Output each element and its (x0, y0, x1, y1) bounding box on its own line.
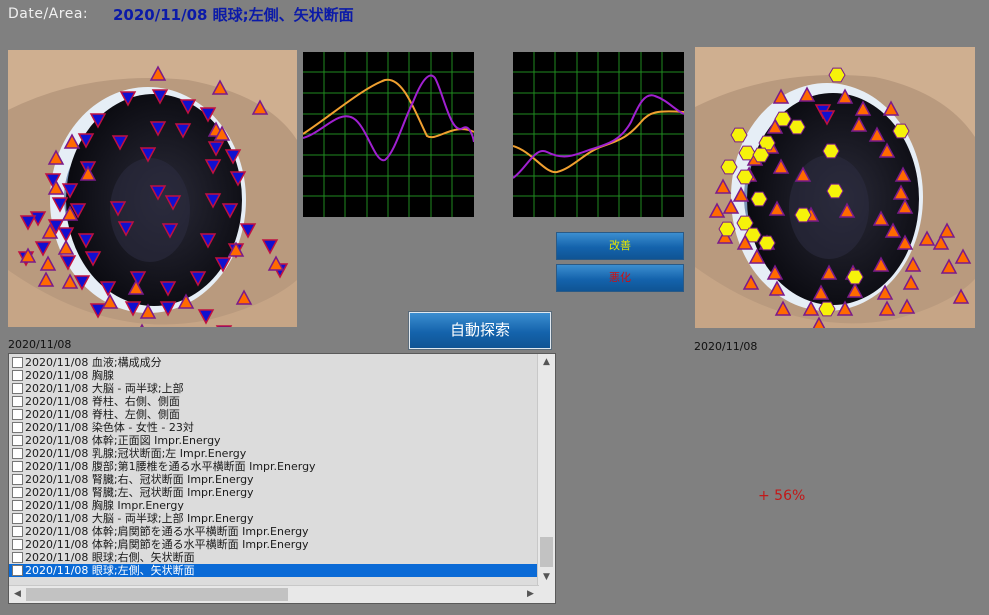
list-item[interactable]: 2020/11/08 脊柱、左側、側面 (9, 408, 539, 421)
list-item-label: 2020/11/08 胸腺 Impr.Energy (25, 499, 184, 512)
list-item-checkbox[interactable] (12, 539, 23, 550)
list-item-label: 2020/11/08 腎臓;右、冠状断面 Impr.Energy (25, 473, 254, 486)
yellow-hexagon-marker (788, 119, 806, 135)
list-item-label: 2020/11/08 血液;構成成分 (25, 356, 162, 369)
left-eye-image (8, 50, 297, 327)
list-item[interactable]: 2020/11/08 乳腺;冠状断面;左 Impr.Energy (9, 447, 539, 460)
auto-search-button[interactable]: 自動探索 (408, 311, 552, 350)
scroll-down-icon[interactable]: ▼ (538, 569, 555, 586)
list-item-checkbox[interactable] (12, 357, 23, 368)
list-item-label: 2020/11/08 染色体 - 女性 - 23対 (25, 421, 194, 434)
date-area-label: Date/Area: (8, 6, 89, 22)
list-item-label: 2020/11/08 腹部;第1腰椎を通る水平横断面 Impr.Energy (25, 460, 316, 473)
scroll-right-icon[interactable]: ▶ (522, 586, 539, 603)
yellow-hexagon-marker (736, 169, 754, 185)
list-item-label: 2020/11/08 腎臓;左、冠状断面 Impr.Energy (25, 486, 254, 499)
list-item-checkbox[interactable] (12, 526, 23, 537)
list-item-checkbox[interactable] (12, 383, 23, 394)
list-item[interactable]: 2020/11/08 眼球;左側、矢状断面 (9, 564, 539, 577)
yellow-hexagon-marker (730, 127, 748, 143)
energy-graph-1 (303, 52, 474, 217)
yellow-hexagon-marker (826, 183, 844, 199)
list-item-label: 2020/11/08 体幹;肩関節を通る水平横断面 Impr.Energy (25, 525, 309, 538)
list-item-checkbox[interactable] (12, 422, 23, 433)
list-item[interactable]: 2020/11/08 胸腺 Impr.Energy (9, 499, 539, 512)
list-item[interactable]: 2020/11/08 体幹;正面図 Impr.Energy (9, 434, 539, 447)
list-item-checkbox[interactable] (12, 461, 23, 472)
list-item-checkbox[interactable] (12, 500, 23, 511)
list-item-checkbox[interactable] (12, 435, 23, 446)
list-item-checkbox[interactable] (12, 487, 23, 498)
date-area-value: 2020/11/08 眼球;左側、矢状断面 (113, 6, 354, 24)
improve-button[interactable]: 改善 (556, 232, 684, 260)
yellow-hexagon-marker (822, 143, 840, 159)
yellow-hexagon-marker (892, 123, 910, 139)
yellow-hexagon-marker (720, 159, 738, 175)
right-image-date: 2020/11/08 (694, 340, 758, 353)
scrollbar-corner (538, 586, 555, 603)
list-item[interactable]: 2020/11/08 眼球;右側、矢状断面 (9, 551, 539, 564)
scroll-left-icon[interactable]: ◀ (9, 586, 26, 603)
list-item[interactable]: 2020/11/08 血液;構成成分 (9, 356, 539, 369)
energy-graph-2-drawing (513, 52, 684, 217)
list-item[interactable]: 2020/11/08 染色体 - 女性 - 23対 (9, 421, 539, 434)
graph-1-grid (303, 52, 474, 217)
list-item-label: 2020/11/08 脊柱、左側、側面 (25, 408, 180, 421)
yellow-hexagon-marker (846, 269, 864, 285)
list-item-label: 2020/11/08 眼球;左側、矢状断面 (25, 564, 195, 577)
list-item[interactable]: 2020/11/08 腹部;第1腰椎を通る水平横断面 Impr.Energy (9, 460, 539, 473)
yellow-hexagon-marker (758, 235, 776, 251)
yellow-hexagon-marker (818, 301, 836, 317)
list-vertical-scrollbar[interactable]: ▲ ▼ (537, 354, 555, 586)
graph-2-grid (513, 52, 684, 217)
right-eye-drawing (695, 47, 975, 328)
energy-graph-1-drawing (303, 52, 474, 217)
vertical-scroll-thumb[interactable] (540, 537, 553, 567)
yellow-hexagon-marker (750, 191, 768, 207)
list-item-label: 2020/11/08 体幹;肩関節を通る水平横断面 Impr.Energy (25, 538, 309, 551)
list-item-label: 2020/11/08 胸腺 (25, 369, 114, 382)
energy-graph-2 (513, 52, 684, 217)
list-item-label: 2020/11/08 大脳 - 両半球;上部 (25, 382, 184, 395)
yellow-hexagon-marker (738, 145, 756, 161)
worsen-button[interactable]: 悪化 (556, 264, 684, 292)
blue-down-triangle-marker (215, 325, 233, 327)
list-item[interactable]: 2020/11/08 体幹;肩関節を通る水平横断面 Impr.Energy (9, 525, 539, 538)
left-eye-drawing (8, 50, 297, 327)
scroll-up-icon[interactable]: ▲ (538, 354, 555, 371)
list-item-checkbox[interactable] (12, 474, 23, 485)
left-image-date: 2020/11/08 (8, 338, 72, 351)
right-eye-image (695, 47, 975, 328)
yellow-hexagon-marker (718, 221, 736, 237)
list-item[interactable]: 2020/11/08 体幹;肩関節を通る水平横断面 Impr.Energy (9, 538, 539, 551)
list-item-checkbox[interactable] (12, 396, 23, 407)
horizontal-scroll-thumb[interactable] (26, 588, 288, 601)
yellow-hexagon-marker (828, 67, 846, 83)
list-item-label: 2020/11/08 眼球;右側、矢状断面 (25, 551, 195, 564)
yellow-hexagon-marker (794, 207, 812, 223)
yellow-hexagon-marker (752, 147, 770, 163)
list-item-label: 2020/11/08 乳腺;冠状断面;左 Impr.Energy (25, 447, 247, 460)
improvement-percentage: + 56% (758, 488, 806, 504)
list-item-checkbox[interactable] (12, 448, 23, 459)
list-item-checkbox[interactable] (12, 370, 23, 381)
list-item[interactable]: 2020/11/08 腎臓;左、冠状断面 Impr.Energy (9, 486, 539, 499)
list-item[interactable]: 2020/11/08 脊柱、右側、側面 (9, 395, 539, 408)
list-item-label: 2020/11/08 脊柱、右側、側面 (25, 395, 180, 408)
list-item[interactable]: 2020/11/08 腎臓;右、冠状断面 Impr.Energy (9, 473, 539, 486)
list-item[interactable]: 2020/11/08 大脳 - 両半球;上部 Impr.Energy (9, 512, 539, 525)
list-item-checkbox[interactable] (12, 513, 23, 524)
list-horizontal-scrollbar[interactable]: ◀ ▶ (9, 585, 539, 603)
list-item[interactable]: 2020/11/08 胸腺 (9, 369, 539, 382)
record-list[interactable]: 2020/11/08 血液;構成成分 2020/11/08 胸腺 2020/11/0… (8, 353, 556, 604)
list-item-label: 2020/11/08 大脳 - 両半球;上部 Impr.Energy (25, 512, 254, 525)
list-item[interactable]: 2020/11/08 大脳 - 両半球;上部 (9, 382, 539, 395)
yellow-hexagon-marker (774, 111, 792, 127)
list-item-checkbox[interactable] (12, 552, 23, 563)
list-item-checkbox[interactable] (12, 409, 23, 420)
list-item-label: 2020/11/08 体幹;正面図 Impr.Energy (25, 434, 221, 447)
yellow-hexagon-marker (744, 227, 762, 243)
list-item-checkbox[interactable] (12, 565, 23, 576)
